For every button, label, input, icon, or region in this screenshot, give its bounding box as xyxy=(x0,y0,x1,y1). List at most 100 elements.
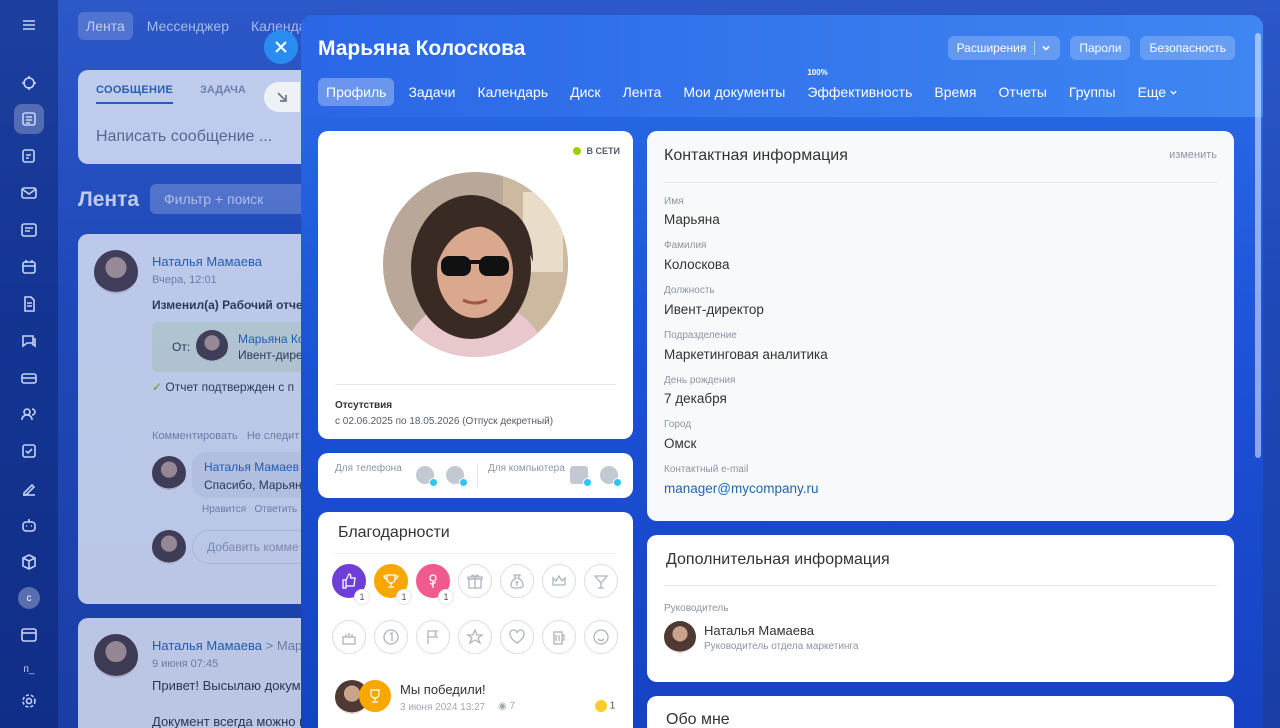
tab-tasks[interactable]: Задачи xyxy=(400,78,463,106)
gift-icon[interactable] xyxy=(458,564,492,598)
contact-info-card: Контактная информация изменить Имя Марья… xyxy=(647,131,1234,521)
field-first-name: Марьяна xyxy=(664,212,720,227)
trophy-icon[interactable]: 1 xyxy=(374,564,411,604)
heart-icon[interactable] xyxy=(500,620,534,654)
extensions-button[interactable]: Расширения xyxy=(947,36,1061,60)
android-icon[interactable] xyxy=(416,466,438,487)
compose-tab-task[interactable]: ЗАДАЧА xyxy=(200,84,246,96)
author-avatar[interactable] xyxy=(94,634,138,678)
manager-name[interactable]: Наталья Мамаева xyxy=(704,623,814,638)
rail-label[interactable]: п_ xyxy=(14,654,44,684)
app-store-icon[interactable] xyxy=(446,466,468,487)
profile-photo[interactable] xyxy=(383,172,568,357)
author-avatar[interactable] xyxy=(94,250,138,294)
money-bag-icon[interactable] xyxy=(500,564,534,598)
tab-profile[interactable]: Профиль xyxy=(318,78,395,106)
comment-actions: Комментировать Не следит xyxy=(152,430,299,442)
compose-placeholder[interactable]: Написать сообщение ... xyxy=(96,128,272,146)
post-author[interactable]: Наталья Мамаева > Мар xyxy=(152,638,302,653)
field-label-email: Контактный e-mail xyxy=(664,464,749,475)
like-link[interactable]: Нравится xyxy=(202,504,246,515)
tab-feed[interactable]: Лента xyxy=(615,78,670,106)
apple-icon[interactable] xyxy=(600,466,622,487)
tasks-icon[interactable] xyxy=(14,141,44,171)
tab-my-documents[interactable]: Мои документы xyxy=(675,78,793,106)
scrollbar[interactable] xyxy=(1255,33,1261,458)
field-email[interactable]: manager@mycompany.ru xyxy=(664,481,819,496)
smile-icon[interactable] xyxy=(584,620,618,654)
close-slider-button[interactable] xyxy=(264,30,298,64)
nav-feed[interactable]: Лента xyxy=(78,12,133,40)
feed-post: Наталья Мамаева > Мар 9 июня 07:45 Приве… xyxy=(78,618,318,728)
cocktail-icon[interactable] xyxy=(584,564,618,598)
thumbs-up-icon[interactable]: 1 xyxy=(332,564,369,604)
reply-author[interactable]: Наталья Мамаев xyxy=(204,460,299,474)
feed-post: Наталья Мамаева Вчера, 12:01 Изменил(а) … xyxy=(78,234,322,604)
post-author[interactable]: Наталья Мамаева xyxy=(152,254,262,269)
documents-icon[interactable] xyxy=(14,289,44,319)
tab-groups[interactable]: Группы xyxy=(1061,78,1124,106)
robot-icon[interactable] xyxy=(14,510,44,540)
eye-icon: ◉ xyxy=(498,701,510,712)
box-icon[interactable] xyxy=(14,547,44,577)
contact-title: Контактная информация xyxy=(664,147,848,164)
beer-icon[interactable] xyxy=(542,620,576,654)
tab-disk[interactable]: Диск xyxy=(562,78,608,106)
tab-calendar[interactable]: Календарь xyxy=(469,78,556,106)
close-icon xyxy=(275,41,287,53)
divider xyxy=(664,182,1217,183)
manager-avatar[interactable] xyxy=(664,621,696,653)
settings-icon[interactable] xyxy=(14,686,44,716)
flag-icon[interactable] xyxy=(416,620,450,654)
reaction-count[interactable]: 1 xyxy=(595,700,615,712)
answer-link[interactable]: Ответить xyxy=(254,504,297,515)
checklist-icon[interactable] xyxy=(14,436,44,466)
comment-link[interactable]: Комментировать xyxy=(152,430,238,442)
windows-icon[interactable] xyxy=(570,466,592,487)
arrow-down-icon xyxy=(277,92,287,102)
field-position: Ивент-директор xyxy=(664,302,764,317)
from-name[interactable]: Марьяна Ко xyxy=(238,332,305,346)
nav-messenger[interactable]: Мессенджер xyxy=(139,12,237,40)
my-avatar xyxy=(152,530,186,564)
minimize-slider-button[interactable] xyxy=(264,82,300,112)
unfollow-link[interactable]: Не следит xyxy=(247,430,300,442)
phone-apps-label: Для телефона xyxy=(335,463,402,474)
divider xyxy=(335,553,616,554)
ai-copilot-icon[interactable] xyxy=(14,68,44,98)
tab-more[interactable]: Еще xyxy=(1130,78,1187,106)
field-label-city: Город xyxy=(664,419,692,430)
user-avatar-icon[interactable]: с xyxy=(14,583,44,613)
flower-icon[interactable]: 1 xyxy=(416,564,453,604)
employees-icon[interactable] xyxy=(14,399,44,429)
contacts-icon[interactable] xyxy=(14,215,44,245)
laugh-emoji-icon xyxy=(595,700,607,712)
calendar-icon[interactable] xyxy=(14,252,44,282)
sign-icon[interactable] xyxy=(14,473,44,503)
report-block: От: Марьяна Ко Ивент-дире xyxy=(152,322,322,372)
compose-tab-message[interactable]: СООБЩЕНИЕ xyxy=(96,84,174,104)
thanks-item-text[interactable]: Мы победили! xyxy=(400,682,486,697)
add-comment-input[interactable]: Добавить комме xyxy=(192,530,318,564)
feed-icon[interactable] xyxy=(14,104,44,134)
security-button[interactable]: Безопасность xyxy=(1140,36,1235,60)
cake-icon[interactable] xyxy=(332,620,366,654)
messenger-icon[interactable] xyxy=(14,326,44,356)
browser-icon[interactable] xyxy=(14,620,44,650)
post-text: Привет! Высылаю докуме xyxy=(152,678,308,693)
tab-reports[interactable]: Отчеты xyxy=(991,78,1055,106)
menu-icon[interactable] xyxy=(14,10,44,40)
tab-efficiency[interactable]: 100% Эффективность xyxy=(799,68,920,106)
absence-title: Отсутствия xyxy=(335,400,393,411)
filter-search-input[interactable]: Фильтр + поиск xyxy=(150,184,320,214)
mail-icon[interactable] xyxy=(14,178,44,208)
crm-icon[interactable] xyxy=(14,363,44,393)
chevron-down-icon xyxy=(1042,45,1050,51)
number-one-icon[interactable] xyxy=(374,620,408,654)
field-department: Маркетинговая аналитика xyxy=(664,347,828,362)
tab-time[interactable]: Время xyxy=(926,78,984,106)
edit-link[interactable]: изменить xyxy=(1169,149,1217,161)
star-icon[interactable] xyxy=(458,620,492,654)
passwords-button[interactable]: Пароли xyxy=(1070,36,1131,60)
crown-icon[interactable] xyxy=(542,564,576,598)
